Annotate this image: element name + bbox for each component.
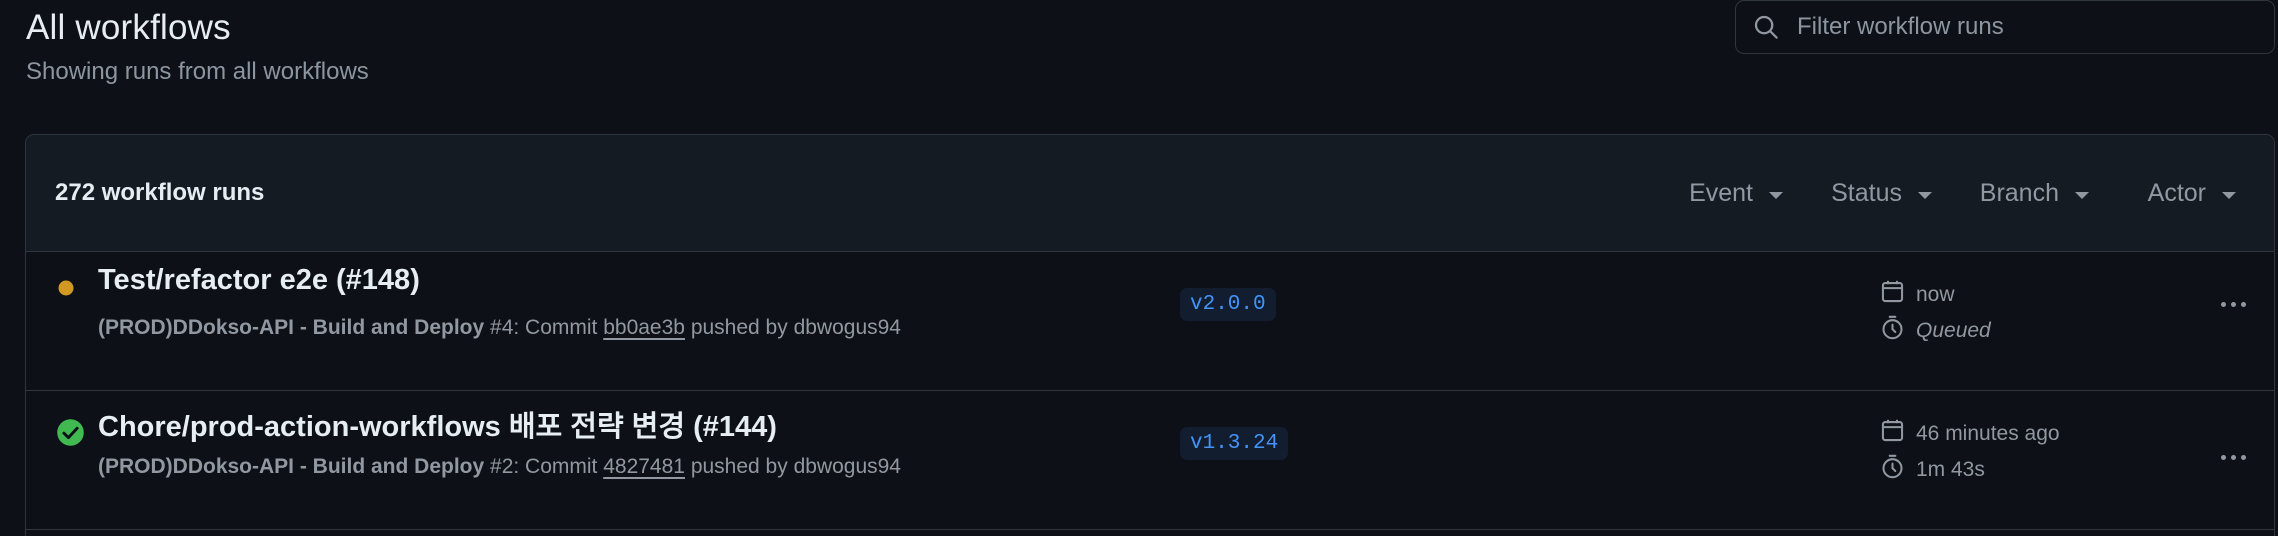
actor-filter-label: Actor xyxy=(2147,179,2206,207)
workflow-name: (PROD)DDokso-API - Build and Deploy xyxy=(98,316,485,339)
commit-sha-link[interactable]: bb0ae3b xyxy=(603,316,685,339)
commit-sha-link[interactable]: 4827481 xyxy=(603,455,685,478)
run-duration: Queued xyxy=(1879,314,1991,347)
status-filter-label: Status xyxy=(1831,179,1902,207)
caret-down-icon xyxy=(1769,191,1783,199)
workflow-run-row: Test/refactor e2e (#148) (PROD)DDokso-AP… xyxy=(26,252,2274,391)
run-number: #2: Commit xyxy=(484,455,604,478)
branch-filter-label: Branch xyxy=(1979,179,2059,207)
run-duration-text: Queued xyxy=(1916,318,1991,342)
actor-filter-button[interactable]: Actor xyxy=(2134,179,2250,208)
stopwatch-icon xyxy=(1879,453,1906,486)
calendar-icon xyxy=(1879,278,1906,311)
filter-workflow-runs[interactable] xyxy=(1735,0,2275,54)
branch-filter-button[interactable]: Branch xyxy=(1966,179,2103,208)
event-filter-label: Event xyxy=(1689,179,1753,207)
caret-down-icon xyxy=(2222,191,2236,199)
workflows-page: All workflows Showing runs from all work… xyxy=(0,0,2278,536)
caret-down-icon xyxy=(2075,191,2089,199)
branch-label[interactable]: v2.0.0 xyxy=(1180,288,1276,321)
search-icon xyxy=(1751,12,1781,42)
search-input[interactable] xyxy=(1797,13,2274,41)
runs-box-header: 272 workflow runs Event Status Branch Ac… xyxy=(26,135,2274,252)
pushed-by: pushed by dbwogus94 xyxy=(684,316,901,339)
run-date: now xyxy=(1879,278,1955,311)
page-subtitle: Showing runs from all workflows xyxy=(26,58,369,85)
run-number: #4: Commit xyxy=(484,316,604,339)
run-meta: (PROD)DDokso-API - Build and Deploy #2: … xyxy=(98,455,901,479)
run-date: 46 minutes ago xyxy=(1879,417,2060,450)
pushed-by: pushed by dbwogus94 xyxy=(684,455,901,478)
run-duration-text: 1m 43s xyxy=(1916,457,1985,481)
check-circle-icon xyxy=(56,418,85,452)
run-duration: 1m 43s xyxy=(1879,453,1985,486)
event-filter-button[interactable]: Event xyxy=(1675,179,1797,208)
run-meta: (PROD)DDokso-API - Build and Deploy #4: … xyxy=(98,316,901,340)
kebab-menu-icon[interactable] xyxy=(2221,302,2246,307)
kebab-menu-icon[interactable] xyxy=(2221,455,2246,460)
workflow-name: (PROD)DDokso-API - Build and Deploy xyxy=(98,455,485,478)
stopwatch-icon xyxy=(1879,314,1906,347)
run-date-text: 46 minutes ago xyxy=(1916,421,2060,445)
calendar-icon xyxy=(1879,417,1906,450)
workflow-run-row: Chore/prod-action-workflows 배포 전략 변경 (#1… xyxy=(26,391,2274,530)
workflow-runs-count: 272 workflow runs xyxy=(55,179,265,206)
run-title-link[interactable]: Chore/prod-action-workflows 배포 전략 변경 (#1… xyxy=(98,403,777,445)
caret-down-icon xyxy=(1918,191,1932,199)
queued-status-icon xyxy=(56,278,76,303)
page-title: All workflows xyxy=(26,8,231,47)
workflow-runs-box: 272 workflow runs Event Status Branch Ac… xyxy=(25,134,2275,536)
branch-label[interactable]: v1.3.24 xyxy=(1180,427,1289,460)
run-date-text: now xyxy=(1916,282,1955,306)
status-filter-button[interactable]: Status xyxy=(1817,179,1946,208)
run-title-link[interactable]: Test/refactor e2e (#148) xyxy=(98,264,420,297)
